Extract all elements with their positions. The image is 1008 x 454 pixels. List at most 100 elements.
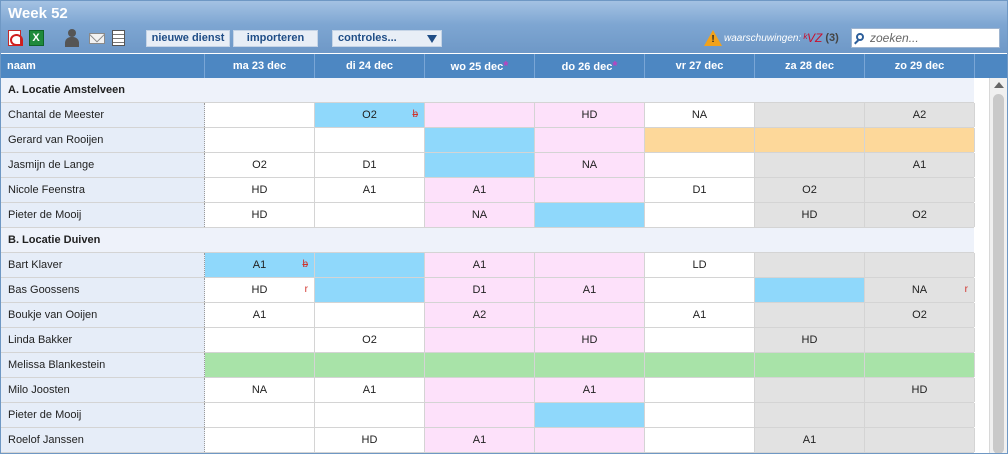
shift-cell[interactable]: HD	[205, 203, 315, 227]
excel-export-icon[interactable]: X	[28, 29, 44, 47]
shift-cell[interactable]	[315, 128, 425, 152]
shift-cell[interactable]: HD	[315, 428, 425, 452]
user-icon[interactable]	[64, 29, 80, 47]
shift-cell[interactable]: A2	[425, 303, 535, 327]
shift-cell[interactable]: O2 b	[315, 103, 425, 127]
column-header-day[interactable]: zo 29 dec	[865, 54, 975, 78]
shift-cell[interactable]	[755, 353, 865, 377]
shift-cell[interactable]: NA	[205, 378, 315, 402]
shift-cell[interactable]	[645, 278, 755, 302]
shift-cell[interactable]	[315, 278, 425, 302]
shift-cell[interactable]	[315, 203, 425, 227]
shift-cell[interactable]: NA r	[865, 278, 975, 302]
column-header-name[interactable]: naam	[1, 54, 205, 78]
employee-name[interactable]: Chantal de Meester	[1, 103, 205, 127]
column-header-day[interactable]: do 26 dec*	[535, 54, 645, 78]
shift-cell[interactable]: A1	[315, 178, 425, 202]
shift-cell[interactable]	[205, 353, 315, 377]
pdf-export-icon[interactable]	[7, 29, 23, 47]
shift-cell[interactable]	[755, 378, 865, 402]
employee-name[interactable]: Pieter de Mooij	[1, 403, 205, 427]
shift-cell[interactable]	[645, 128, 755, 152]
shift-cell[interactable]: O2	[865, 303, 975, 327]
shift-cell[interactable]	[535, 428, 645, 452]
column-header-day[interactable]: ma 23 dec	[205, 54, 315, 78]
shift-cell[interactable]	[645, 203, 755, 227]
shift-cell[interactable]: HD	[865, 378, 975, 402]
shift-cell[interactable]: A1 b	[205, 253, 315, 277]
shift-cell[interactable]	[645, 153, 755, 177]
shift-cell[interactable]	[535, 128, 645, 152]
shift-cell[interactable]	[755, 403, 865, 427]
employee-name[interactable]: Nicole Feenstra	[1, 178, 205, 202]
notepad-icon[interactable]	[111, 29, 125, 47]
shift-cell[interactable]	[755, 278, 865, 302]
shift-cell[interactable]	[535, 203, 645, 227]
shift-cell[interactable]: NA	[535, 153, 645, 177]
shift-cell[interactable]	[865, 128, 975, 152]
employee-name[interactable]: Boukje van Ooijen	[1, 303, 205, 327]
column-header-day[interactable]: vr 27 dec	[645, 54, 755, 78]
shift-cell[interactable]	[865, 428, 975, 452]
shift-cell[interactable]: NA	[425, 203, 535, 227]
scroll-up-arrow[interactable]	[994, 82, 1004, 88]
shift-cell[interactable]: HD	[205, 178, 315, 202]
employee-name[interactable]: Bas Goossens	[1, 278, 205, 302]
shift-cell[interactable]	[755, 128, 865, 152]
shift-cell[interactable]: A1	[755, 428, 865, 452]
shift-cell[interactable]: O2	[865, 203, 975, 227]
shift-cell[interactable]	[535, 353, 645, 377]
shift-cell[interactable]: HD r	[205, 278, 315, 302]
shift-cell[interactable]	[865, 353, 975, 377]
shift-cell[interactable]	[645, 328, 755, 352]
employee-name[interactable]: Bart Klaver	[1, 253, 205, 277]
shift-cell[interactable]	[205, 103, 315, 127]
column-header-day[interactable]: di 24 dec	[315, 54, 425, 78]
employee-name[interactable]: Melissa Blankestein	[1, 353, 205, 377]
column-header-day[interactable]: za 28 dec	[755, 54, 865, 78]
shift-cell[interactable]: HD	[535, 103, 645, 127]
shift-cell[interactable]	[755, 103, 865, 127]
shift-cell[interactable]	[315, 353, 425, 377]
shift-cell[interactable]: A1	[425, 253, 535, 277]
employee-name[interactable]: Milo Joosten	[1, 378, 205, 402]
shift-cell[interactable]: D1	[315, 153, 425, 177]
shift-cell[interactable]	[425, 353, 535, 377]
shift-cell[interactable]	[755, 303, 865, 327]
shift-cell[interactable]	[535, 178, 645, 202]
shift-cell[interactable]: O2	[755, 178, 865, 202]
shift-cell[interactable]	[755, 153, 865, 177]
shift-cell[interactable]: HD	[755, 203, 865, 227]
shift-cell[interactable]	[425, 403, 535, 427]
shift-cell[interactable]: A2	[865, 103, 975, 127]
shift-cell[interactable]	[865, 253, 975, 277]
shift-cell[interactable]	[535, 303, 645, 327]
shift-cell[interactable]	[205, 128, 315, 152]
shift-cell[interactable]	[645, 403, 755, 427]
shift-cell[interactable]	[425, 103, 535, 127]
shift-cell[interactable]: A1	[205, 303, 315, 327]
mail-icon[interactable]	[88, 29, 105, 47]
shift-cell[interactable]	[865, 403, 975, 427]
scroll-thumb[interactable]	[993, 94, 1004, 453]
shift-cell[interactable]	[865, 328, 975, 352]
shift-cell[interactable]	[865, 178, 975, 202]
employee-name[interactable]: Gerard van Rooijen	[1, 128, 205, 152]
shift-cell[interactable]: A1	[315, 378, 425, 402]
shift-cell[interactable]	[645, 378, 755, 402]
employee-name[interactable]: Roelof Janssen	[1, 428, 205, 452]
shift-cell[interactable]	[535, 403, 645, 427]
shift-cell[interactable]: A1	[535, 378, 645, 402]
employee-name[interactable]: Jasmijn de Lange	[1, 153, 205, 177]
shift-cell[interactable]	[425, 328, 535, 352]
shift-cell[interactable]	[645, 353, 755, 377]
shift-cell[interactable]	[205, 328, 315, 352]
vertical-scrollbar[interactable]	[989, 78, 1007, 453]
employee-name[interactable]: Linda Bakker	[1, 328, 205, 352]
import-button[interactable]: importeren	[233, 30, 318, 47]
shift-cell[interactable]: A1	[865, 153, 975, 177]
shift-cell[interactable]	[425, 378, 535, 402]
shift-cell[interactable]	[315, 403, 425, 427]
new-shift-button[interactable]: nieuwe dienst	[146, 30, 230, 47]
shift-cell[interactable]	[535, 253, 645, 277]
